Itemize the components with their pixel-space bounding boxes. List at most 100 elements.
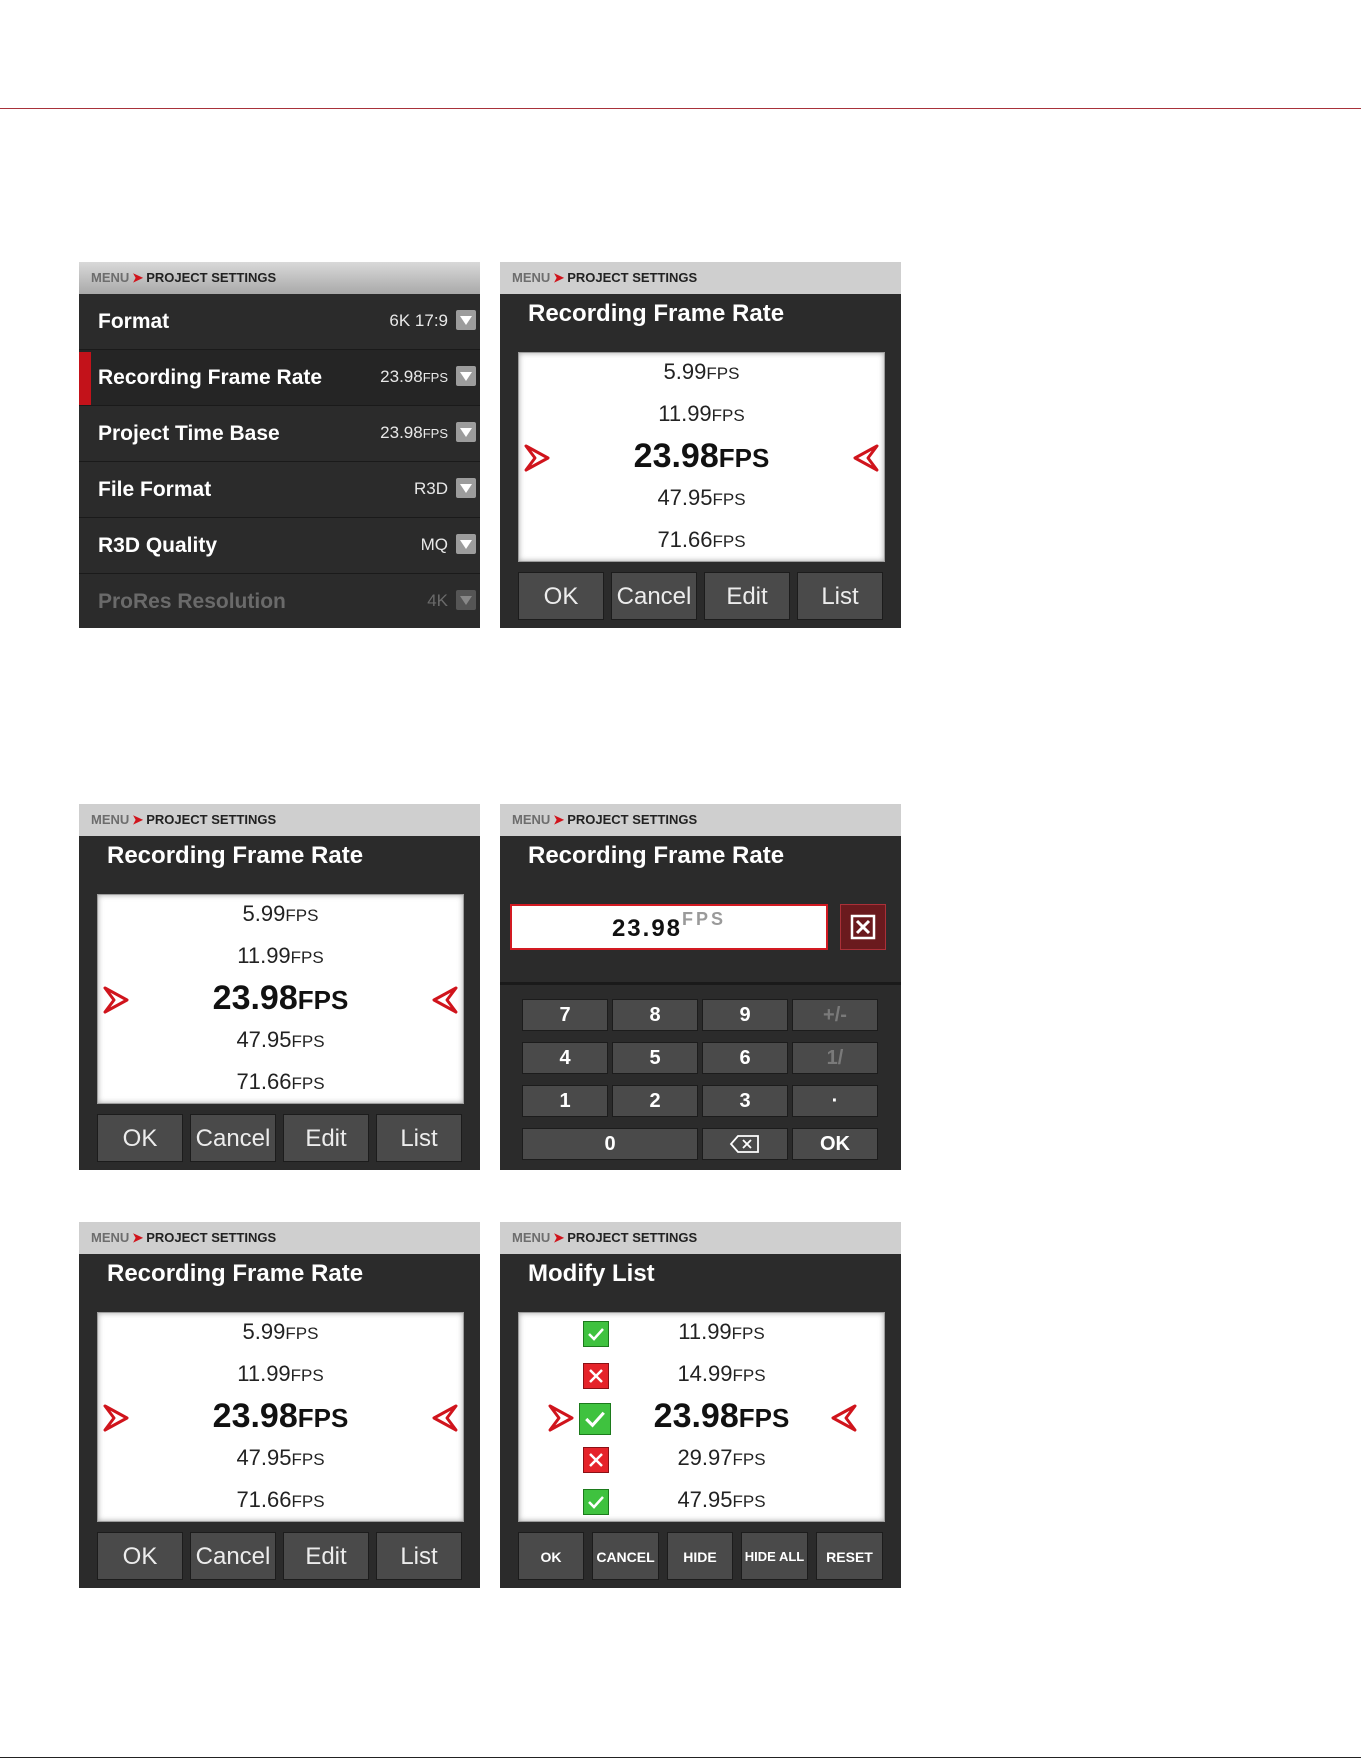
ok-button[interactable]: OK (518, 572, 604, 620)
panel-title: Recording Frame Rate (528, 842, 785, 869)
settings-row-prores-resolution: ProRes Resolution 4K (79, 574, 480, 628)
frame-rate-scroll-list[interactable]: 5.99FPS 11.99FPS 23.98FPS 47.95FPS 71.66… (518, 352, 885, 562)
frame-rate-option[interactable]: 11.99FPS (98, 943, 463, 969)
frame-rate-option[interactable]: 71.66FPS (519, 527, 884, 553)
list-button[interactable]: List (376, 1114, 462, 1162)
breadcrumb-chevron-icon: ➤ (553, 1230, 565, 1245)
frame-rate-option[interactable]: 11.99FPS (519, 401, 884, 427)
key-6[interactable]: 6 (702, 1042, 788, 1074)
panel-title: Recording Frame Rate (107, 842, 364, 869)
edit-button[interactable]: Edit (704, 572, 790, 620)
key-1[interactable]: 1 (522, 1085, 608, 1117)
settings-row-value: 4K (427, 591, 448, 610)
frame-rate-option[interactable]: 11.99FPS (98, 1361, 463, 1387)
dropdown-arrow-icon[interactable] (456, 366, 476, 386)
key-7[interactable]: 7 (522, 999, 608, 1031)
breadcrumb-menu[interactable]: MENU (512, 812, 550, 827)
breadcrumb: MENU ➤ PROJECT SETTINGS (500, 804, 901, 836)
settings-row-file-format[interactable]: File Format R3D (79, 462, 480, 518)
frame-rate-option-selected[interactable]: 23.98FPS (98, 979, 463, 1018)
breadcrumb-menu[interactable]: MENU (512, 270, 550, 285)
frame-rate-scroll-list[interactable]: 5.99FPS 11.99FPS 23.98FPS 47.95FPS 71.66… (97, 1312, 464, 1522)
frame-rate-option[interactable]: 5.99FPS (98, 1319, 463, 1345)
settings-row-label: File Format (98, 478, 212, 501)
backspace-icon (729, 1135, 759, 1153)
breadcrumb-section: PROJECT SETTINGS (567, 812, 698, 827)
key-9[interactable]: 9 (702, 999, 788, 1031)
reset-button[interactable]: RESET (816, 1532, 883, 1580)
cancel-button[interactable]: Cancel (190, 1114, 276, 1162)
dropdown-arrow-icon[interactable] (456, 478, 476, 498)
breadcrumb-chevron-icon: ➤ (132, 270, 144, 285)
breadcrumb-menu[interactable]: MENU (512, 1230, 550, 1245)
frame-rate-option[interactable]: 29.97FPS (519, 1445, 884, 1471)
frame-rate-option[interactable]: 71.66FPS (98, 1487, 463, 1513)
breadcrumb: MENU ➤ PROJECT SETTINGS (500, 262, 901, 294)
settings-row-label: ProRes Resolution (98, 590, 286, 613)
breadcrumb: MENU ➤ PROJECT SETTINGS (79, 1222, 480, 1254)
edit-button[interactable]: Edit (283, 1114, 369, 1162)
cancel-button[interactable]: Cancel (190, 1532, 276, 1580)
settings-row-recording-frame-rate[interactable]: Recording Frame Rate 23.98FPS (79, 350, 480, 406)
breadcrumb-menu[interactable]: MENU (91, 1230, 129, 1245)
frame-rate-option[interactable]: 47.95FPS (98, 1445, 463, 1471)
breadcrumb-menu[interactable]: MENU (91, 812, 129, 827)
dropdown-arrow-icon[interactable] (456, 310, 476, 330)
top-rule (0, 108, 1361, 109)
frame-rate-option[interactable]: 5.99FPS (98, 901, 463, 927)
frame-rate-option[interactable]: 11.99FPS (519, 1319, 884, 1345)
dropdown-arrow-icon[interactable] (456, 422, 476, 442)
key-8[interactable]: 8 (612, 999, 698, 1031)
frame-rate-option[interactable]: 14.99FPS (519, 1361, 884, 1387)
frame-rate-picker-panel: MENU ➤ PROJECT SETTINGS Recording Frame Ra… (500, 262, 901, 628)
list-button[interactable]: List (797, 572, 883, 620)
key-decimal-point[interactable]: · (792, 1085, 878, 1117)
breadcrumb-section: PROJECT SETTINGS (146, 1230, 277, 1245)
hide-button[interactable]: HIDE (667, 1532, 733, 1580)
keypad-divider (500, 982, 901, 985)
edit-button[interactable]: Edit (283, 1532, 369, 1580)
list-button[interactable]: List (376, 1532, 462, 1580)
close-icon (850, 914, 876, 940)
ok-button[interactable]: OK (97, 1532, 183, 1580)
ok-button[interactable]: OK (97, 1114, 183, 1162)
dropdown-arrow-icon[interactable] (456, 534, 476, 554)
ok-button[interactable]: OK (518, 1532, 584, 1580)
cancel-button[interactable]: Cancel (611, 572, 697, 620)
selection-arrow-left-icon (853, 444, 879, 472)
key-3[interactable]: 3 (702, 1085, 788, 1117)
breadcrumb-menu[interactable]: MENU (91, 270, 129, 285)
breadcrumb-chevron-icon: ➤ (132, 1230, 144, 1245)
frame-rate-entry-field[interactable]: 23.98FPS (510, 904, 828, 950)
frame-rate-option[interactable]: 47.95FPS (519, 485, 884, 511)
panel-title: Recording Frame Rate (107, 1260, 364, 1287)
frame-rate-keypad-panel: MENU ➤ PROJECT SETTINGS Recording Frame Ra… (500, 804, 901, 1170)
key-reciprocal: 1/ (792, 1042, 878, 1074)
frame-rate-scroll-list[interactable]: 5.99FPS 11.99FPS 23.98FPS 47.95FPS 71.66… (97, 894, 464, 1104)
keypad-ok-button[interactable]: OK (792, 1128, 878, 1160)
modify-list-scroll[interactable]: 11.99FPS 14.99FPS 23.98FPS 29.97FPS 47.9… (518, 1312, 885, 1522)
frame-rate-picker-panel: MENU ➤ PROJECT SETTINGS Recording Frame Ra… (79, 1222, 480, 1588)
breadcrumb-chevron-icon: ➤ (132, 812, 144, 827)
selection-arrow-right-icon (103, 986, 129, 1014)
key-2[interactable]: 2 (612, 1085, 698, 1117)
settings-row-r3d-quality[interactable]: R3D Quality MQ (79, 518, 480, 574)
breadcrumb: MENU ➤ PROJECT SETTINGS (500, 1222, 901, 1254)
frame-rate-option[interactable]: 47.95FPS (519, 1487, 884, 1513)
cancel-button[interactable]: CANCEL (592, 1532, 659, 1580)
key-5[interactable]: 5 (612, 1042, 698, 1074)
settings-row-format[interactable]: Format 6K 17:9 (79, 294, 480, 350)
hide-all-button[interactable]: HIDE ALL (741, 1532, 808, 1580)
key-0[interactable]: 0 (522, 1128, 698, 1160)
settings-row-value: R3D (413, 479, 448, 498)
backspace-button[interactable] (702, 1128, 788, 1160)
settings-row-project-time-base[interactable]: Project Time Base 23.98FPS (79, 406, 480, 462)
frame-rate-option[interactable]: 47.95FPS (98, 1027, 463, 1053)
clear-button[interactable] (840, 904, 886, 950)
key-4[interactable]: 4 (522, 1042, 608, 1074)
frame-rate-option-selected[interactable]: 23.98FPS (519, 437, 884, 476)
frame-rate-option[interactable]: 5.99FPS (519, 359, 884, 385)
frame-rate-option[interactable]: 71.66FPS (98, 1069, 463, 1095)
frame-rate-option-selected[interactable]: 23.98FPS (98, 1397, 463, 1436)
settings-row-value: MQ (420, 535, 448, 554)
